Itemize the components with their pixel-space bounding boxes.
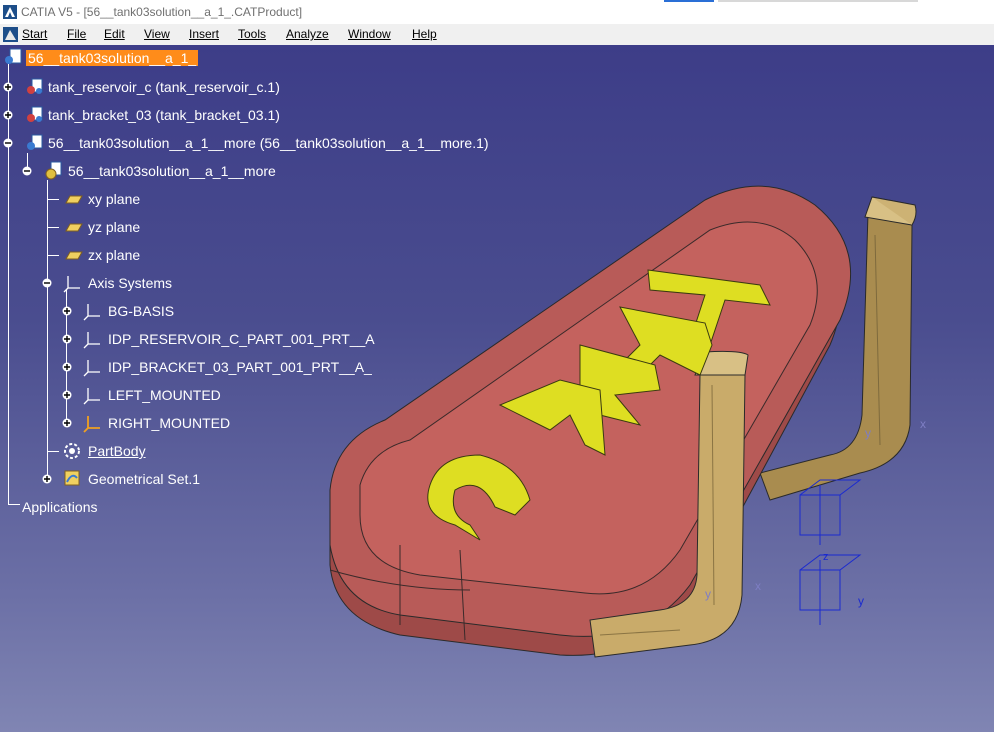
plane-icon[interactable]: [62, 221, 84, 233]
product-icon[interactable]: [4, 48, 24, 66]
expand-plus-icon[interactable]: [3, 110, 13, 120]
window-title: CATIA V5 - [56__tank03solution__a_1_.CAT…: [21, 5, 303, 19]
title-bar: CATIA V5 - [56__tank03solution__a_1_.CAT…: [0, 0, 994, 24]
axis-label-x-1: x: [920, 417, 926, 431]
menu-bar: Start File Edit View Insert Tools Analyz…: [0, 24, 994, 46]
expand-plus-icon[interactable]: [62, 334, 72, 344]
collapse-minus-icon[interactable]: [22, 166, 32, 176]
expand-plus-icon[interactable]: [3, 82, 13, 92]
menu-analyze[interactable]: Analyze: [286, 27, 329, 41]
tree-item-applications[interactable]: Applications: [22, 499, 98, 515]
axis-system-icon[interactable]: [82, 301, 102, 321]
menu-insert[interactable]: Insert: [189, 27, 219, 41]
menu-help[interactable]: Help: [412, 27, 437, 41]
component-icon[interactable]: [25, 134, 45, 152]
menu-edit[interactable]: Edit: [104, 27, 125, 41]
axis-label-y-1: y: [865, 426, 871, 440]
tree-item-reservoir[interactable]: tank_reservoir_c (tank_reservoir_c.1): [48, 79, 280, 95]
tree-line-features: [47, 180, 48, 480]
tree-item-zx-plane[interactable]: zx plane: [88, 247, 140, 263]
tree-item-yz-plane[interactable]: yz plane: [88, 219, 140, 235]
component-icon[interactable]: [25, 78, 45, 96]
tree-line-applications: [8, 504, 20, 505]
plane-icon[interactable]: [62, 193, 84, 205]
tree-item-part[interactable]: 56__tank03solution__a_1__more: [68, 163, 276, 179]
plane-icon[interactable]: [62, 249, 84, 261]
tree-item-axis-systems[interactable]: Axis Systems: [88, 275, 172, 291]
expand-plus-icon[interactable]: [62, 418, 72, 428]
tree-line-main: [8, 64, 9, 504]
tree-item-right-mounted[interactable]: RIGHT_MOUNTED: [108, 415, 230, 431]
menu-file[interactable]: File: [67, 27, 86, 41]
axis-label-y-3: y: [858, 594, 864, 608]
part-icon[interactable]: [44, 161, 64, 181]
catia-app-icon: [3, 5, 17, 19]
menu-view[interactable]: View: [144, 27, 170, 41]
tree-branch-partbody: [47, 451, 59, 452]
title-accent: [664, 0, 714, 2]
axis-system-icon[interactable]: [82, 357, 102, 377]
geometrical-set-icon[interactable]: [62, 468, 82, 488]
axis-label-x-2: x: [755, 579, 761, 593]
title-strip: [718, 0, 918, 2]
tree-item-geometrical-set[interactable]: Geometrical Set.1: [88, 471, 200, 487]
expand-plus-icon[interactable]: [62, 306, 72, 316]
collapse-minus-icon[interactable]: [42, 278, 52, 288]
component-icon[interactable]: [25, 106, 45, 124]
tree-item-partbody[interactable]: PartBody: [88, 443, 146, 459]
start-menu-icon[interactable]: [3, 27, 18, 42]
tree-branch-xy: [47, 199, 59, 200]
tree-item-idp-bracket[interactable]: IDP_BRACKET_03_PART_001_PRT__A_: [108, 359, 372, 375]
3d-viewport[interactable]: y x y x y z 56__tank03solution__a_1_ tan…: [0, 45, 994, 732]
axis-system-icon[interactable]: [62, 273, 82, 293]
menu-window[interactable]: Window: [348, 27, 391, 41]
tree-item-left-mounted[interactable]: LEFT_MOUNTED: [108, 387, 221, 403]
part-body-icon[interactable]: [62, 441, 82, 461]
tree-item-idp-reservoir[interactable]: IDP_RESERVOIR_C_PART_001_PRT__A: [108, 331, 375, 347]
expand-plus-icon[interactable]: [42, 474, 52, 484]
axis-system-active-icon[interactable]: [82, 413, 102, 433]
axis-label-z-3: z: [823, 551, 829, 563]
tree-root-label[interactable]: 56__tank03solution__a_1_: [26, 50, 199, 66]
tree-item-xy-plane[interactable]: xy plane: [88, 191, 140, 207]
expand-plus-icon[interactable]: [62, 390, 72, 400]
tree-item-bracket[interactable]: tank_bracket_03 (tank_bracket_03.1): [48, 107, 280, 123]
axis-label-y-2: y: [705, 587, 711, 601]
tree-item-bg-basis[interactable]: BG-BASIS: [108, 303, 174, 319]
axis-system-icon[interactable]: [82, 329, 102, 349]
menu-tools[interactable]: Tools: [238, 27, 266, 41]
collapse-minus-icon[interactable]: [3, 138, 13, 148]
axis-system-glyph: [799, 479, 862, 625]
tree-item-more[interactable]: 56__tank03solution__a_1__more (56__tank0…: [48, 135, 489, 151]
tree-branch-yz: [47, 227, 59, 228]
tree-branch-zx: [47, 255, 59, 256]
expand-plus-icon[interactable]: [62, 362, 72, 372]
axis-system-icon[interactable]: [82, 385, 102, 405]
menu-start[interactable]: Start: [22, 27, 47, 41]
